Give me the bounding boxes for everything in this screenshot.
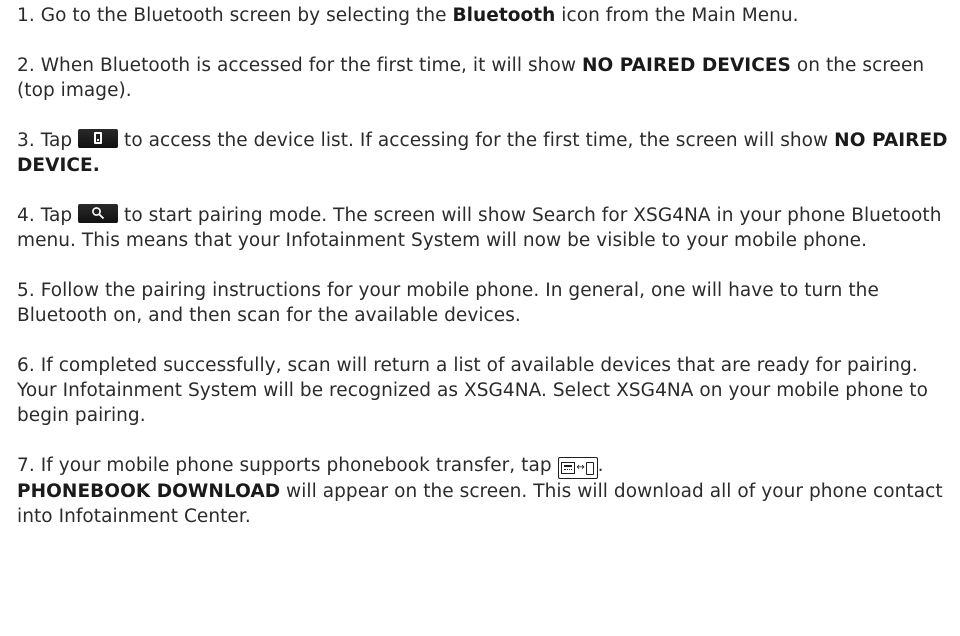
step-number: 7. xyxy=(17,455,35,476)
phonebook-transfer-icon: ↔ xyxy=(557,457,598,479)
step-2: 2. When Bluetooth is accessed for the fi… xyxy=(17,53,952,103)
step-number: 6. xyxy=(17,355,35,376)
step-6: 6. If completed successfully, scan will … xyxy=(17,353,952,428)
step-text: Tap xyxy=(34,130,79,151)
step-text: If completed successfully, scan will ret… xyxy=(17,355,928,426)
instructions-document: 1. Go to the Bluetooth screen by selecti… xyxy=(0,0,952,529)
step-bold-term: Bluetooth xyxy=(452,5,556,26)
step-text: If your mobile phone supports phonebook … xyxy=(34,455,558,476)
step-7: 7. If your mobile phone supports phonebo… xyxy=(17,453,952,529)
step-3: 3. Tap to access the device list. If acc… xyxy=(17,128,952,178)
step-number: 1. xyxy=(17,5,35,26)
step-number: 2. xyxy=(17,55,35,76)
step-text: Tap xyxy=(34,205,79,226)
search-icon xyxy=(78,204,119,223)
step-text: When Bluetooth is accessed for the first… xyxy=(34,55,582,76)
step-text: icon from the Main Menu. xyxy=(555,5,799,26)
phone-icon xyxy=(78,129,119,148)
step-text: Follow the pairing instructions for your… xyxy=(17,280,879,326)
step-1: 1. Go to the Bluetooth screen by selecti… xyxy=(17,3,952,28)
step-number: 3. xyxy=(17,130,35,151)
step-text: to access the device list. If accessing … xyxy=(118,130,835,151)
step-number: 5. xyxy=(17,280,35,301)
step-number: 4. xyxy=(17,205,35,226)
step-text: Go to the Bluetooth screen by selecting … xyxy=(34,5,453,26)
step-4: 4. Tap to start pairing mode. The screen… xyxy=(17,203,952,253)
step-text: to start pairing mode. The screen will s… xyxy=(17,205,942,251)
step-5: 5. Follow the pairing instructions for y… xyxy=(17,278,952,328)
step-bold-term: NO PAIRED DEVICES xyxy=(581,55,791,76)
step-text: . xyxy=(597,455,604,476)
step-bold-term: PHONEBOOK DOWNLOAD xyxy=(17,481,281,502)
